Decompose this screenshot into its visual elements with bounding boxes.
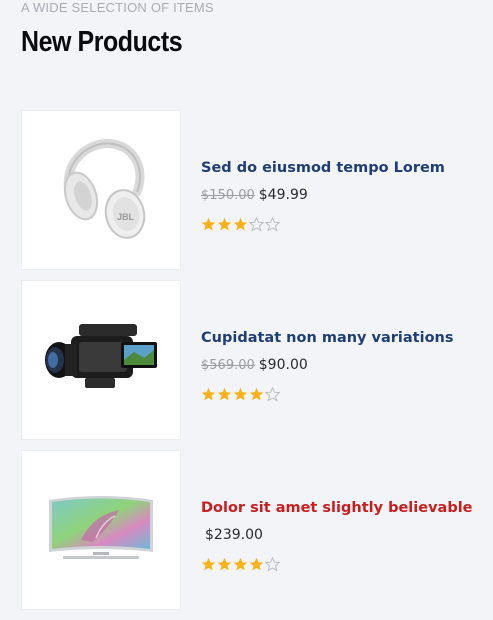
star-filled-icon [217, 217, 232, 231]
star-filled-icon [233, 217, 248, 231]
star-empty-icon [249, 217, 264, 232]
star-filled-icon [233, 387, 248, 401]
product-image-link[interactable] [21, 450, 181, 610]
star-filled-icon [201, 557, 216, 571]
old-price: $150.00 [201, 188, 255, 203]
star-filled-icon [201, 387, 216, 401]
product-title-link[interactable]: Cupidatat non many variations [201, 328, 491, 348]
curved-tv-image [49, 496, 153, 559]
product-title-link[interactable]: Sed do eiusmod tempo Lorem [201, 158, 491, 178]
current-price: $239.00 [205, 527, 263, 543]
product-info: Cupidatat non many variations $569.00 $90… [201, 328, 491, 403]
star-filled-icon [233, 557, 248, 571]
star-empty-icon [265, 387, 280, 402]
product-info: Dolor sit amet slightly believable $239.… [201, 498, 491, 573]
section-title: New Products [21, 26, 183, 58]
product-info: Sed do eiusmod tempo Lorem $150.00 $49.99 [201, 158, 491, 233]
star-empty-icon [265, 557, 280, 572]
product-image-link[interactable] [21, 280, 181, 440]
new-products-section: A WIDE SELECTION OF ITEMS New Products J… [0, 0, 493, 620]
rating-stars [201, 217, 491, 233]
current-price: $90.00 [258, 357, 308, 373]
rating-stars [201, 557, 491, 573]
headphones-image: JBL [63, 138, 146, 239]
current-price: $49.99 [258, 187, 308, 203]
product-title-link[interactable]: Dolor sit amet slightly believable [201, 498, 491, 518]
product-price: $569.00 $90.00 [201, 356, 491, 375]
rating-stars [201, 387, 491, 403]
product-price: $239.00 [201, 526, 491, 545]
camcorder-image [45, 324, 157, 388]
star-filled-icon [249, 557, 264, 571]
star-filled-icon [217, 557, 232, 571]
old-price: $569.00 [201, 358, 255, 373]
product-price: $150.00 $49.99 [201, 186, 491, 205]
star-filled-icon [201, 217, 216, 231]
product-card: JBL Sed do eiusmod tempo Lorem $150.00 $4… [21, 110, 481, 270]
product-card: Dolor sit amet slightly believable $239.… [21, 450, 481, 610]
section-kicker: A WIDE SELECTION OF ITEMS [21, 0, 214, 15]
star-filled-icon [217, 387, 232, 401]
product-image-link[interactable]: JBL [21, 110, 181, 270]
svg-text:JBL: JBL [117, 212, 135, 222]
star-filled-icon [249, 387, 264, 401]
star-empty-icon [265, 217, 280, 232]
product-card: Cupidatat non many variations $569.00 $90… [21, 280, 481, 440]
